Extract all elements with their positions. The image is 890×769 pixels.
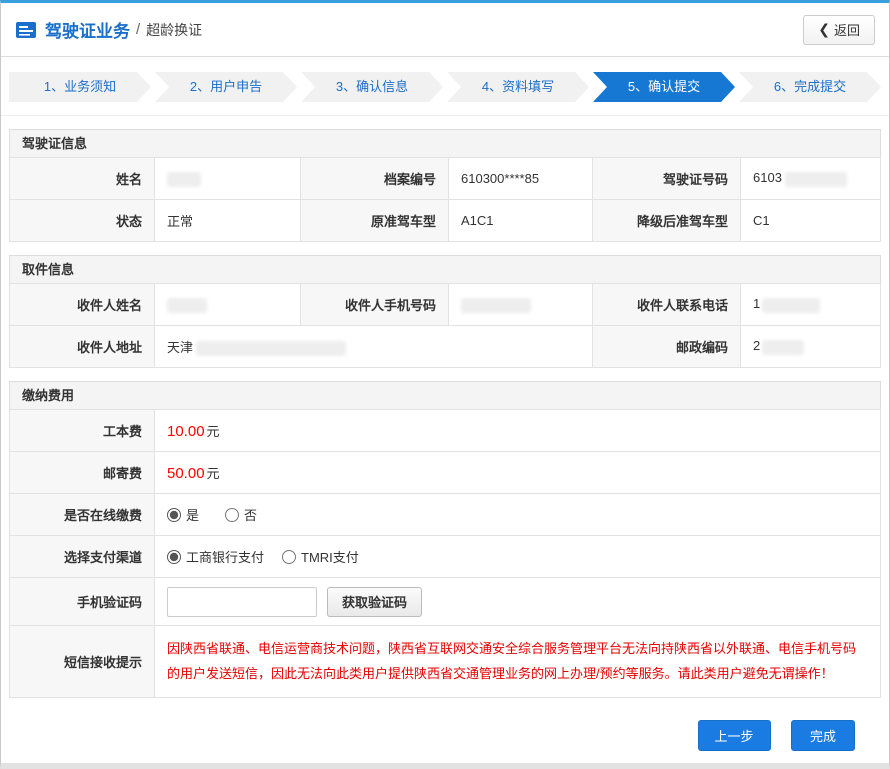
recipient-mobile-value: [449, 284, 593, 326]
step-2-declaration[interactable]: 2、用户申告: [155, 72, 297, 102]
sms-notice-text: 因陕西省联通、电信运营商技术问题，陕西省互联网交通安全综合服务管理平台无法向持陕…: [167, 637, 868, 685]
pay-channel-label: 选择支付渠道: [10, 536, 155, 578]
table-row: 状态 正常 原准驾车型 A1C1 降级后准驾车型 C1: [10, 200, 881, 242]
page: 驾驶证业务 / 超龄换证 ❮ 返回 1、业务须知 2、用户申告 3、确认信息 4…: [0, 0, 890, 769]
header: 驾驶证业务 / 超龄换证 ❮ 返回: [1, 3, 889, 57]
post-fee-unit: 元: [207, 466, 220, 481]
sms-notice-cell: 因陕西省联通、电信运营商技术问题，陕西省互联网交通安全综合服务管理平台无法向持陕…: [155, 626, 881, 698]
page-title: 驾驶证业务: [45, 17, 130, 42]
pay-channel-icbc-radio[interactable]: [167, 550, 181, 564]
back-button[interactable]: ❮ 返回: [803, 15, 875, 45]
pay-channel-icbc-label: 工商银行支付: [186, 547, 264, 566]
online-pay-no-option[interactable]: 否: [225, 505, 257, 524]
step-3-confirm-info[interactable]: 3、确认信息: [301, 72, 443, 102]
footer-actions: 上一步 完成: [1, 698, 889, 751]
sms-code-label: 手机验证码: [10, 578, 155, 626]
table-row: 选择支付渠道 工商银行支付 TMRI支付: [10, 536, 881, 578]
post-fee-value: 50.00元: [155, 452, 881, 494]
table-row: 邮寄费 50.00元: [10, 452, 881, 494]
redacted-value: [785, 172, 847, 187]
pickup-info-section: 取件信息 收件人姓名 收件人手机号码 收件人联系电话 1 收件人地址 天津 邮政…: [9, 255, 881, 368]
license-no-value: 6103: [741, 158, 881, 200]
cost-fee-value: 10.00元: [155, 410, 881, 452]
license-info-section: 驾驶证信息 姓名 档案编号 610300****85 驾驶证号码 6103 状态…: [9, 129, 881, 242]
redacted-value: [461, 298, 531, 313]
back-button-label: 返回: [834, 20, 860, 39]
license-no-label: 驾驶证号码: [593, 158, 741, 200]
orig-type-label: 原准驾车型: [301, 200, 449, 242]
pickup-info-table: 收件人姓名 收件人手机号码 收件人联系电话 1 收件人地址 天津 邮政编码 2: [9, 283, 881, 368]
redacted-value: [762, 298, 820, 313]
pay-channel-tmri-label: TMRI支付: [301, 547, 359, 566]
sms-code-input[interactable]: [167, 587, 317, 617]
down-type-label: 降级后准驾车型: [593, 200, 741, 242]
pickup-info-title: 取件信息: [9, 255, 881, 284]
step-4-fill-data[interactable]: 4、资料填写: [447, 72, 589, 102]
redacted-value: [762, 340, 804, 355]
name-label: 姓名: [10, 158, 155, 200]
redacted-value: [167, 172, 201, 187]
step-6-complete[interactable]: 6、完成提交: [739, 72, 881, 102]
table-row: 收件人姓名 收件人手机号码 收件人联系电话 1: [10, 284, 881, 326]
recipient-mobile-label: 收件人手机号码: [301, 284, 449, 326]
table-row: 短信接收提示 因陕西省联通、电信运营商技术问题，陕西省互联网交通安全综合服务管理…: [10, 626, 881, 698]
fees-table: 工本费 10.00元 邮寄费 50.00元 是否在线缴费 是: [9, 409, 881, 698]
down-type-value: C1: [741, 200, 881, 242]
chevron-left-icon: ❮: [818, 21, 830, 38]
license-info-title: 驾驶证信息: [9, 129, 881, 158]
file-no-value: 610300****85: [449, 158, 593, 200]
get-code-button[interactable]: 获取验证码: [327, 587, 422, 617]
online-pay-no-label: 否: [244, 505, 257, 524]
step-wizard: 1、业务须知 2、用户申告 3、确认信息 4、资料填写 5、确认提交 6、完成提…: [1, 57, 889, 116]
online-pay-no-radio[interactable]: [225, 508, 239, 522]
finish-button[interactable]: 完成: [791, 720, 855, 751]
table-row: 工本费 10.00元: [10, 410, 881, 452]
breadcrumb-current: 超龄换证: [146, 20, 202, 40]
license-info-table: 姓名 档案编号 610300****85 驾驶证号码 6103 状态 正常 原准…: [9, 157, 881, 242]
orig-type-value: A1C1: [449, 200, 593, 242]
recipient-name-label: 收件人姓名: [10, 284, 155, 326]
table-row: 是否在线缴费 是 否: [10, 494, 881, 536]
online-pay-yes-radio[interactable]: [167, 508, 181, 522]
table-row: 手机验证码 获取验证码: [10, 578, 881, 626]
recipient-phone-label: 收件人联系电话: [593, 284, 741, 326]
table-row: 姓名 档案编号 610300****85 驾驶证号码 6103: [10, 158, 881, 200]
online-pay-options: 是 否: [155, 494, 881, 536]
post-fee-amount: 50.00: [167, 465, 205, 482]
pay-channel-icbc-option[interactable]: 工商银行支付: [167, 547, 264, 566]
zip-value: 2: [741, 326, 881, 368]
online-pay-yes-label: 是: [186, 505, 199, 524]
file-no-label: 档案编号: [301, 158, 449, 200]
sms-notice-label: 短信接收提示: [10, 626, 155, 698]
recipient-address-value: 天津: [155, 326, 593, 368]
table-row: 收件人地址 天津 邮政编码 2: [10, 326, 881, 368]
step-1-notice[interactable]: 1、业务须知: [9, 72, 151, 102]
pay-channel-options: 工商银行支付 TMRI支付: [155, 536, 881, 578]
online-pay-yes-option[interactable]: 是: [167, 505, 199, 524]
post-fee-label: 邮寄费: [10, 452, 155, 494]
cost-fee-unit: 元: [207, 424, 220, 439]
sms-code-cell: 获取验证码: [155, 578, 881, 626]
step-5-confirm-submit[interactable]: 5、确认提交: [593, 72, 735, 102]
recipient-name-value: [155, 284, 301, 326]
status-value: 正常: [155, 200, 301, 242]
zip-label: 邮政编码: [593, 326, 741, 368]
cost-fee-amount: 10.00: [167, 423, 205, 440]
breadcrumb-divider: /: [136, 21, 140, 38]
online-pay-label: 是否在线缴费: [10, 494, 155, 536]
prev-step-button[interactable]: 上一步: [698, 720, 771, 751]
name-value: [155, 158, 301, 200]
redacted-value: [196, 341, 346, 356]
fees-title: 缴纳费用: [9, 381, 881, 410]
redacted-value: [167, 298, 207, 313]
fees-section: 缴纳费用 工本费 10.00元 邮寄费 50.00元 是否在线缴费: [9, 381, 881, 698]
status-label: 状态: [10, 200, 155, 242]
cost-fee-label: 工本费: [10, 410, 155, 452]
pay-channel-tmri-radio[interactable]: [282, 550, 296, 564]
license-business-icon: [15, 21, 37, 39]
recipient-address-label: 收件人地址: [10, 326, 155, 368]
recipient-phone-value: 1: [741, 284, 881, 326]
pay-channel-tmri-option[interactable]: TMRI支付: [282, 547, 359, 566]
